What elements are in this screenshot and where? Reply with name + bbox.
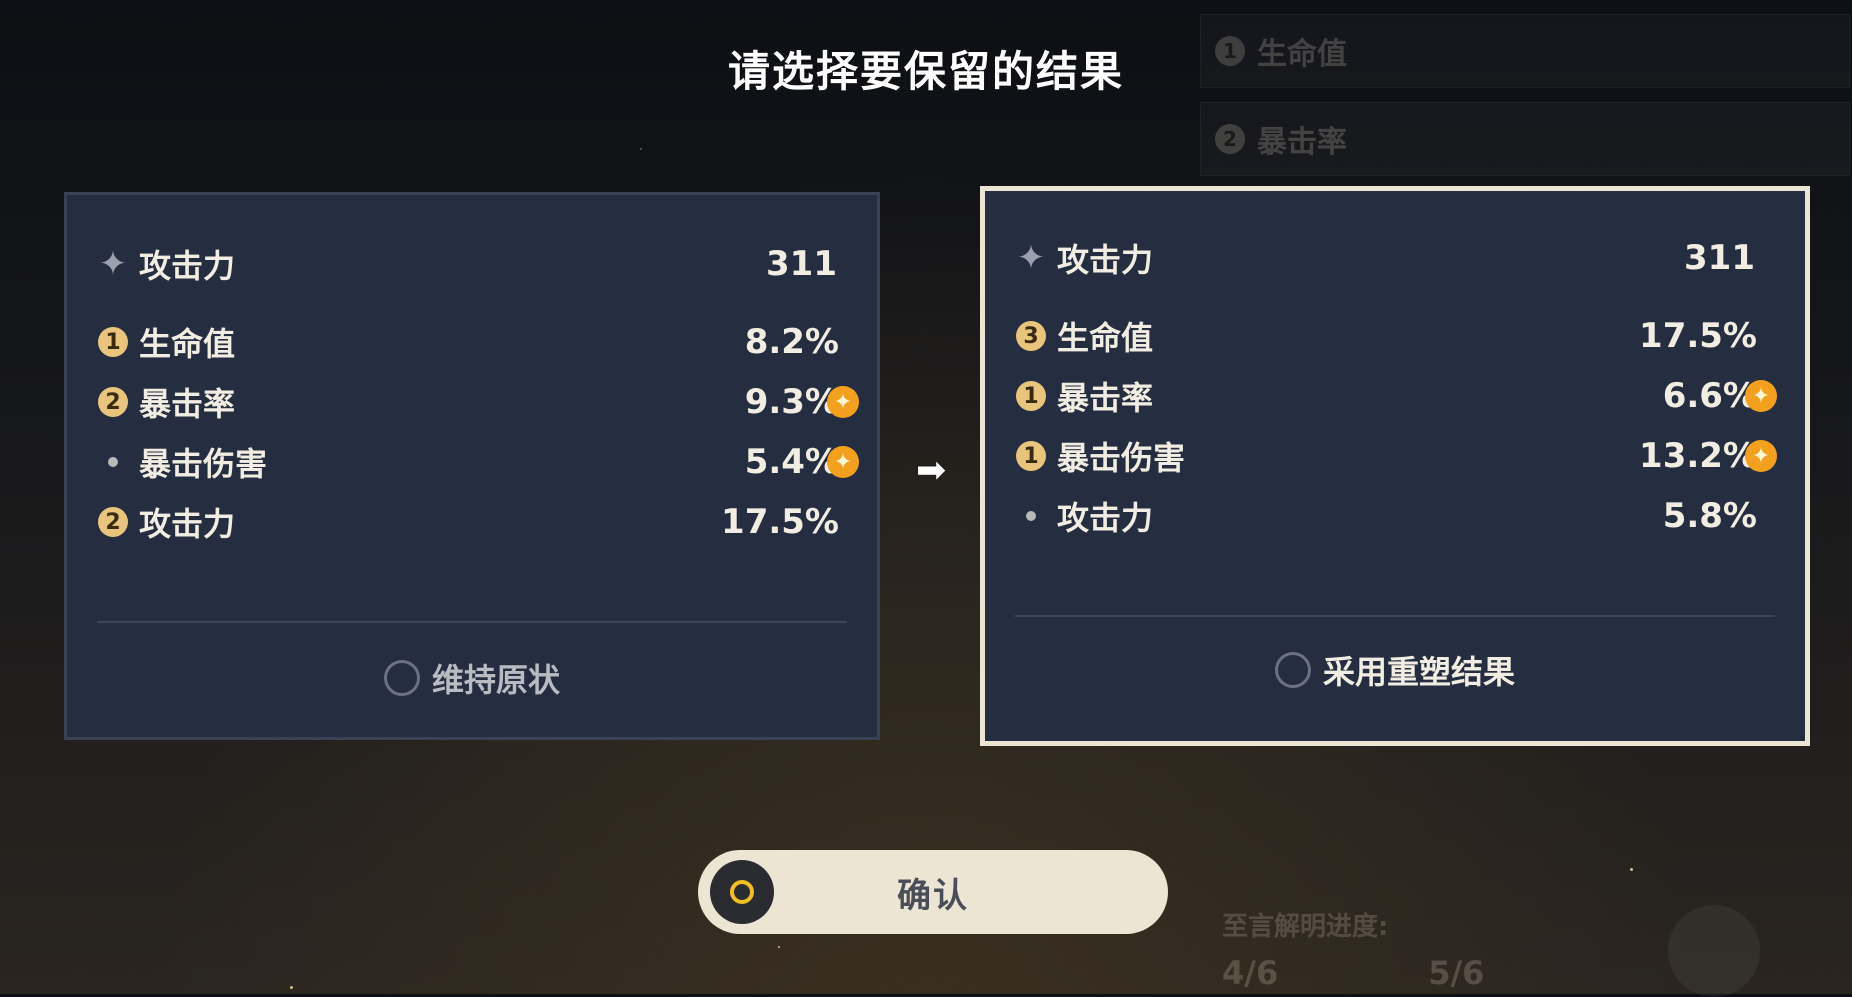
- confirm-button[interactable]: 确认: [698, 850, 1168, 934]
- substat-value: 9.3%: [744, 382, 839, 422]
- background-stat-label: 暴击率: [1257, 125, 1347, 160]
- roll-count-badge: 1: [1015, 440, 1047, 472]
- radio-button[interactable]: [383, 660, 420, 696]
- star-particle: [778, 946, 780, 948]
- substat-label: 生命值: [1057, 319, 1154, 357]
- main-stat-row: ✦ 攻击力 311: [97, 241, 847, 287]
- substat-row: 暴击伤害 5.4% ✦: [97, 439, 859, 485]
- roll-count-badge: 3: [1015, 320, 1047, 352]
- background-stat-badge: 2: [1215, 124, 1245, 154]
- roll-count-badge: 1: [1015, 380, 1047, 412]
- bullet-dot-icon: [1015, 500, 1047, 532]
- substat-label: 暴击伤害: [1057, 439, 1186, 477]
- substat-value: 17.5%: [721, 502, 839, 542]
- option-label: 采用重塑结果: [1322, 653, 1515, 691]
- arrow-right-icon: ➡: [916, 450, 947, 491]
- substat-label: 攻击力: [139, 505, 236, 543]
- substat-row: 2 攻击力 17.5%: [97, 499, 847, 545]
- star-particle: [290, 986, 293, 989]
- substat-label: 暴击率: [1057, 379, 1154, 417]
- main-stat-label: 攻击力: [139, 247, 236, 285]
- radio-button[interactable]: [1274, 652, 1311, 688]
- bullet-dot-icon: [97, 446, 129, 478]
- reshaped-result-card[interactable]: ✦ 攻击力 311 3 生命值 17.5% 1 暴击率 6.6% ✦ 1 暴击伤…: [980, 186, 1810, 746]
- star-particle: [640, 148, 642, 150]
- substat-value: 8.2%: [744, 322, 839, 362]
- substat-value: 6.6%: [1662, 376, 1757, 416]
- background-progress-to: 5/6: [1428, 954, 1485, 992]
- enhanced-star-icon: ✦: [1745, 440, 1777, 472]
- main-stat-value: 311: [766, 244, 837, 284]
- substat-value: 5.4%: [744, 442, 839, 482]
- substat-row: 3 生命值 17.5%: [1015, 313, 1775, 359]
- substat-row: 2 暴击率 9.3% ✦: [97, 379, 859, 425]
- option-label: 维持原状: [431, 661, 560, 699]
- main-stat-row: ✦ 攻击力 311: [1015, 235, 1775, 281]
- enhanced-star-icon: ✦: [827, 446, 859, 478]
- keep-original-card[interactable]: ✦ 攻击力 311 1 生命值 8.2% 2 暴击率 9.3% ✦ 暴击伤害 5…: [64, 192, 880, 740]
- substat-row: 1 暴击伤害 13.2% ✦: [1015, 433, 1777, 479]
- background-progress-values: 4/6 5/6: [1222, 954, 1484, 992]
- roll-count-badge: 1: [97, 326, 129, 358]
- background-progress-from: 4/6: [1222, 954, 1279, 992]
- enhanced-star-icon: ✦: [827, 386, 859, 418]
- roll-count-badge: 2: [97, 386, 129, 418]
- divider: [1015, 615, 1775, 617]
- roll-count-badge: 2: [97, 506, 129, 538]
- substat-value: 17.5%: [1639, 316, 1757, 356]
- substat-label: 暴击率: [139, 385, 236, 423]
- confirm-label: 确认: [897, 875, 969, 916]
- main-stat-label: 攻击力: [1057, 241, 1154, 279]
- main-stat-star-icon: ✦: [1016, 238, 1046, 278]
- star-particle: [1630, 868, 1633, 871]
- substat-label: 生命值: [139, 325, 236, 363]
- substat-row: 1 暴击率 6.6% ✦: [1015, 373, 1777, 419]
- substat-row: 1 生命值 8.2%: [97, 319, 847, 365]
- adopt-reshape-option[interactable]: 采用重塑结果: [985, 647, 1805, 693]
- background-emblem-icon: [1668, 905, 1760, 997]
- divider: [97, 621, 847, 623]
- substat-label: 暴击伤害: [139, 445, 268, 483]
- main-stat-star-icon: ✦: [98, 244, 128, 284]
- page-title: 请选择要保留的结果: [727, 47, 1124, 96]
- controller-button-icon: [710, 860, 774, 924]
- substat-row: 攻击力 5.8%: [1015, 493, 1775, 539]
- main-stat-value: 311: [1684, 238, 1755, 278]
- enhanced-star-icon: ✦: [1745, 380, 1777, 412]
- substat-label: 攻击力: [1057, 499, 1154, 537]
- background-progress-label: 至言解明进度:: [1222, 912, 1389, 942]
- keep-original-option[interactable]: 维持原状: [67, 655, 877, 701]
- substat-value: 5.8%: [1662, 496, 1757, 536]
- substat-value: 13.2%: [1639, 436, 1757, 476]
- background-stat-row: 2 暴击率: [1200, 102, 1850, 176]
